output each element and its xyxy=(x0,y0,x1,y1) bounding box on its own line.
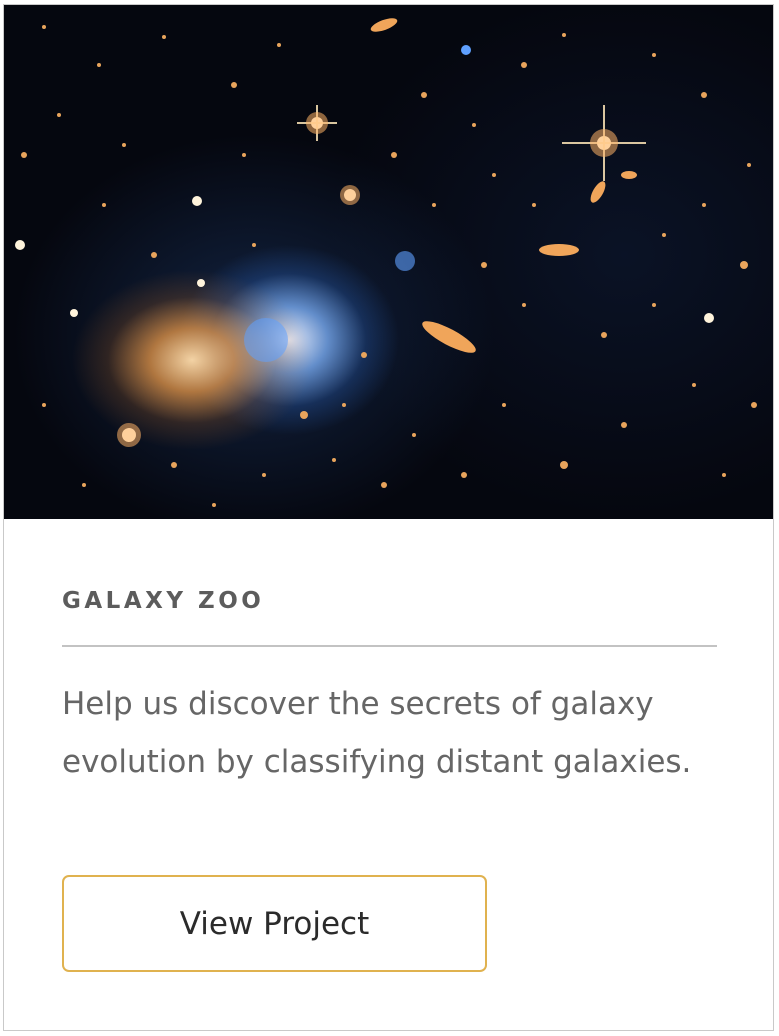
project-image xyxy=(4,5,773,519)
bright-stars xyxy=(15,105,714,447)
galaxy-field xyxy=(15,18,757,507)
project-description: Help us discover the secrets of galaxy e… xyxy=(62,686,692,780)
project-title: GALAXY ZOO xyxy=(62,588,265,614)
view-project-button[interactable]: View Project xyxy=(62,875,487,972)
blue-sources xyxy=(244,45,471,362)
divider xyxy=(62,645,717,647)
elliptical-galaxies xyxy=(370,18,637,353)
project-card: GALAXY ZOO Help us discover the secrets … xyxy=(3,4,774,1031)
